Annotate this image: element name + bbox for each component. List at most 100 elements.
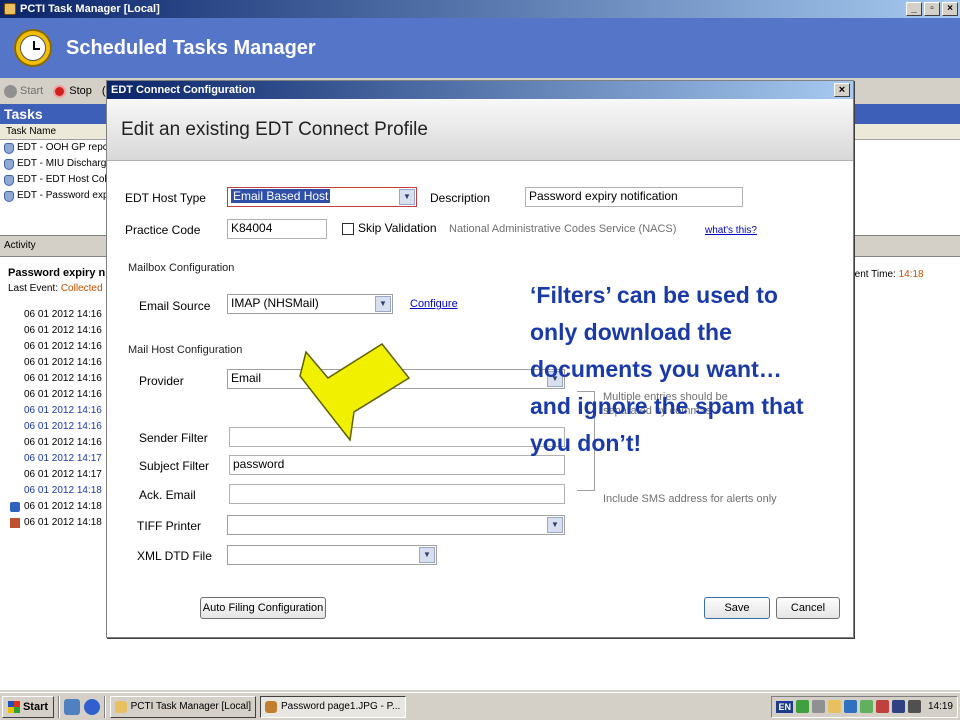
host-type-select[interactable]: Email Based Host ▼ [227, 187, 417, 207]
dialog-heading: Edit an existing EDT Connect Profile [121, 119, 428, 140]
log-timestamp: 06 01 2012 14:18 [24, 517, 102, 528]
chevron-down-icon: ▼ [419, 547, 435, 563]
description-label: Description [430, 191, 491, 205]
email-source-select[interactable]: IMAP (NHSMail) ▼ [227, 294, 393, 314]
dialog-title: EDT Connect Configuration [111, 84, 256, 96]
stop-icon [53, 84, 67, 98]
practice-code-label: Practice Code [125, 223, 201, 237]
tray-network-icon[interactable] [795, 700, 809, 713]
dialog-titlebar: EDT Connect Configuration × [107, 81, 853, 99]
app-banner: Scheduled Tasks Manager [0, 18, 960, 78]
window-controls: _ ▫ × [906, 2, 958, 16]
taskbar-separator [58, 695, 60, 718]
tray-shield-icon[interactable] [891, 700, 905, 713]
mail-host-section-title: Mail Host Configuration [128, 344, 243, 356]
log-row: 06 01 2012 14:18 [8, 515, 102, 531]
log-timestamp: 06 01 2012 14:17 [24, 469, 102, 480]
ack-email-input[interactable] [229, 484, 565, 504]
tiff-printer-label: TIFF Printer [137, 519, 202, 533]
taskbar-item-label: Password page1.JPG - P... [281, 701, 401, 712]
window-titlebar: PCTI Task Manager [Local] _ ▫ × [0, 0, 960, 18]
taskbar-clock: 14:19 [927, 701, 953, 712]
tray-sync-icon[interactable] [859, 700, 873, 713]
close-button[interactable]: × [942, 2, 958, 16]
log-row: 06 01 2012 14:18 [8, 483, 102, 499]
log-row: 06 01 2012 14:18 [8, 499, 102, 515]
subject-filter-input[interactable]: password [229, 455, 565, 475]
nacs-text: National Administrative Codes Service (N… [449, 223, 677, 235]
minimize-button[interactable]: _ [906, 2, 922, 16]
email-source-label: Email Source [139, 299, 211, 313]
task-name: EDT - MIU Discharg [17, 158, 107, 169]
log-row: 06 01 2012 14:16 [8, 419, 102, 435]
taskbar-item-task-manager[interactable]: PCTI Task Manager [Local] [110, 695, 256, 718]
tiff-printer-select[interactable]: ▼ [227, 515, 565, 535]
description-input[interactable]: Password expiry notification [525, 187, 743, 207]
start-button[interactable]: Start [4, 84, 44, 98]
ack-email-label: Ack. Email [139, 488, 196, 502]
sender-filter-label: Sender Filter [139, 431, 208, 445]
stop-label: Stop [69, 85, 92, 97]
taskbar: Start PCTI Task Manager [Local] Password… [0, 692, 960, 720]
taskbar-item-label: PCTI Task Manager [Local] [130, 701, 251, 712]
taskbar-separator [104, 695, 106, 718]
tray-volume-icon[interactable] [907, 700, 921, 713]
provider-label: Provider [139, 374, 184, 388]
taskbar-item-password-page[interactable]: Password page1.JPG - P... [260, 695, 406, 718]
subject-filter-label: Subject Filter [139, 459, 210, 473]
log-row: 06 01 2012 14:16 [8, 355, 102, 371]
whats-this-link[interactable]: what's this? [705, 225, 757, 236]
tray-monitor-icon[interactable] [843, 700, 857, 713]
practice-code-input[interactable]: K84004 [227, 219, 327, 239]
cancel-button[interactable]: Cancel [776, 597, 840, 619]
gear-icon [4, 84, 17, 98]
log-timestamp: 06 01 2012 14:16 [24, 341, 102, 352]
tray-task-manager-icon[interactable] [827, 700, 841, 713]
stop-button[interactable]: Stop [53, 84, 92, 98]
task-name: EDT - OOH GP repc [17, 142, 108, 153]
sms-note: Include SMS address for alerts only [603, 493, 777, 505]
xml-dtd-select[interactable]: ▼ [227, 545, 437, 565]
start-label: Start [20, 85, 44, 97]
tray-printer-icon[interactable] [811, 700, 825, 713]
quick-launch-desktop-icon[interactable] [64, 698, 80, 715]
log-row: 06 01 2012 14:16 [8, 435, 102, 451]
configure-link[interactable]: Configure [410, 298, 458, 310]
log-timestamp: 06 01 2012 14:16 [24, 389, 102, 400]
dialog-close-button[interactable]: × [834, 83, 850, 97]
start-menu-button[interactable]: Start [2, 695, 54, 718]
log-row: 06 01 2012 14:16 [8, 371, 102, 387]
callout-arrow [299, 343, 411, 442]
log-timestamp: 06 01 2012 14:16 [24, 437, 102, 448]
log-timestamp: 06 01 2012 14:16 [24, 421, 102, 432]
quick-launch-ie-icon[interactable] [84, 698, 100, 715]
start-label: Start [22, 700, 49, 713]
current-time-value: 14:18 [898, 269, 924, 280]
log-timestamp: 06 01 2012 14:17 [24, 453, 102, 464]
shield-icon [4, 174, 14, 186]
host-type-label: EDT Host Type [125, 191, 206, 205]
log-timestamp: 06 01 2012 14:16 [24, 357, 102, 368]
chevron-down-icon: ▼ [547, 517, 563, 533]
toolbar-overflow: ( [101, 85, 106, 97]
maximize-button[interactable]: ▫ [924, 2, 940, 16]
windows-logo-icon [7, 700, 20, 713]
log-row: 06 01 2012 14:16 [8, 403, 102, 419]
log-row: 06 01 2012 14:16 [8, 307, 102, 323]
last-event: Last Event: Collected [8, 283, 103, 294]
tray-security-icon[interactable] [875, 700, 889, 713]
dialog-header: Edit an existing EDT Connect Profile [107, 99, 853, 161]
xml-dtd-label: XML DTD File [137, 549, 212, 563]
provider-value: Email [231, 371, 262, 385]
shield-icon [4, 190, 14, 202]
clock-icon [14, 29, 52, 67]
host-type-value: Email Based Host [231, 189, 331, 203]
log-row: 06 01 2012 14:17 [8, 467, 102, 483]
callout-arrow-shape [299, 343, 411, 442]
skip-validation-checkbox[interactable] [342, 223, 354, 235]
language-indicator[interactable]: EN [776, 700, 793, 713]
save-button[interactable]: Save [704, 597, 770, 619]
log-row: 06 01 2012 14:16 [8, 323, 102, 339]
auto-filing-configuration-button[interactable]: Auto Filing Configuration [200, 597, 326, 619]
last-event-value: Collected [60, 283, 103, 294]
